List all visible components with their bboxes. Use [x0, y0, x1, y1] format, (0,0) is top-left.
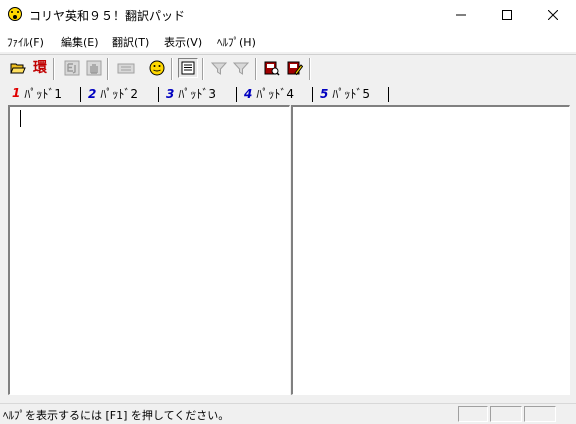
title-bar: コリヤ英和９５！翻訳パッド	[0, 0, 576, 30]
tab-label: ﾊﾟｯﾄﾞ3	[178, 87, 216, 101]
hand-icon	[86, 60, 102, 76]
smiley-button[interactable]	[147, 58, 167, 78]
translation-text-area[interactable]	[291, 105, 570, 395]
menu-view[interactable]: 表示(V)	[164, 34, 202, 50]
status-panel	[458, 406, 488, 422]
tab-label: ﾊﾟｯﾄﾞ4	[256, 87, 294, 101]
document-view-button[interactable]	[178, 58, 198, 78]
tab-label: ﾊﾟｯﾄﾞ1	[24, 86, 62, 101]
ej-translate-button[interactable]	[62, 58, 82, 78]
tab-divider	[80, 87, 81, 102]
tab-pad-1[interactable]: 1 ﾊﾟｯﾄﾞ1	[12, 83, 62, 103]
window-title: コリヤ英和９５！翻訳パッド	[29, 9, 186, 23]
filter-down-button[interactable]	[231, 58, 251, 78]
open-folder-icon	[10, 63, 26, 74]
filter-icon	[211, 62, 227, 75]
edit-dictionary-button[interactable]	[285, 58, 305, 78]
tab-pad-5[interactable]: 5 ﾊﾟｯﾄﾞ5	[320, 85, 370, 102]
environment-icon: 環	[33, 60, 47, 76]
tab-pad-3[interactable]: 3 ﾊﾟｯﾄﾞ3	[166, 85, 216, 102]
tab-divider	[236, 87, 237, 102]
maximize-icon	[502, 10, 512, 20]
maximize-button[interactable]	[484, 0, 530, 30]
input-button[interactable]	[116, 58, 136, 78]
filter-button[interactable]	[209, 58, 229, 78]
toolbar-separator	[171, 58, 173, 80]
close-icon	[548, 10, 558, 20]
status-text: ﾍﾙﾌﾟを表示するには [F1] を押してください。	[3, 409, 230, 422]
tab-number: 4	[244, 86, 253, 101]
tab-divider	[158, 87, 159, 102]
keyboard-icon	[117, 63, 135, 74]
minimize-icon	[456, 14, 466, 16]
menu-bar: ﾌｧｲﾙ(F) 編集(E) 翻訳(T) 表示(V) ﾍﾙﾌﾟ(H)	[0, 30, 576, 52]
status-bar: ﾍﾙﾌﾟを表示するには [F1] を押してください。	[0, 403, 576, 424]
tab-pad-2[interactable]: 2 ﾊﾟｯﾄﾞ2	[88, 85, 138, 102]
toolbar-separator	[255, 58, 257, 80]
source-text-area[interactable]	[8, 105, 290, 395]
text-caret	[20, 110, 21, 127]
pad-tabs: 1 ﾊﾟｯﾄﾞ1 2 ﾊﾟｯﾄﾞ2 3 ﾊﾟｯﾄﾞ3 4 ﾊﾟｯﾄﾞ4 5 ﾊﾟ…	[0, 83, 576, 103]
tab-number: 5	[320, 86, 329, 101]
toolbar-separator	[107, 58, 109, 80]
toolbar: 環	[0, 54, 576, 83]
edit-dictionary-icon	[287, 61, 303, 76]
tab-number: 1	[12, 86, 21, 100]
close-button[interactable]	[530, 0, 576, 30]
open-button[interactable]	[8, 58, 28, 78]
status-panel	[524, 406, 556, 422]
app-smiley-icon[interactable]	[8, 7, 22, 21]
ej-translate-icon	[64, 60, 80, 76]
tab-number: 3	[166, 86, 175, 101]
menu-file[interactable]: ﾌｧｲﾙ(F)	[7, 34, 44, 50]
stop-button[interactable]	[84, 58, 104, 78]
minimize-button[interactable]	[438, 0, 484, 30]
toolbar-separator	[202, 58, 204, 80]
dictionary-icon	[264, 61, 280, 76]
tab-label: ﾊﾟｯﾄﾞ2	[100, 87, 138, 101]
tab-label: ﾊﾟｯﾄﾞ5	[332, 87, 370, 101]
tab-divider	[388, 87, 389, 102]
document-view-icon	[181, 61, 195, 75]
toolbar-separator	[309, 58, 311, 80]
tab-divider	[312, 87, 313, 102]
menu-edit[interactable]: 編集(E)	[61, 34, 99, 50]
smiley-icon	[149, 60, 165, 76]
dictionary-button[interactable]	[262, 58, 282, 78]
tab-number: 2	[88, 86, 97, 101]
status-panel	[490, 406, 522, 422]
environment-button[interactable]: 環	[30, 58, 50, 78]
filter-down-icon	[233, 62, 249, 75]
menu-help[interactable]: ﾍﾙﾌﾟ(H)	[217, 34, 256, 50]
toolbar-separator	[53, 58, 55, 80]
tab-pad-4[interactable]: 4 ﾊﾟｯﾄﾞ4	[244, 85, 294, 102]
menu-translate[interactable]: 翻訳(T)	[112, 34, 149, 50]
